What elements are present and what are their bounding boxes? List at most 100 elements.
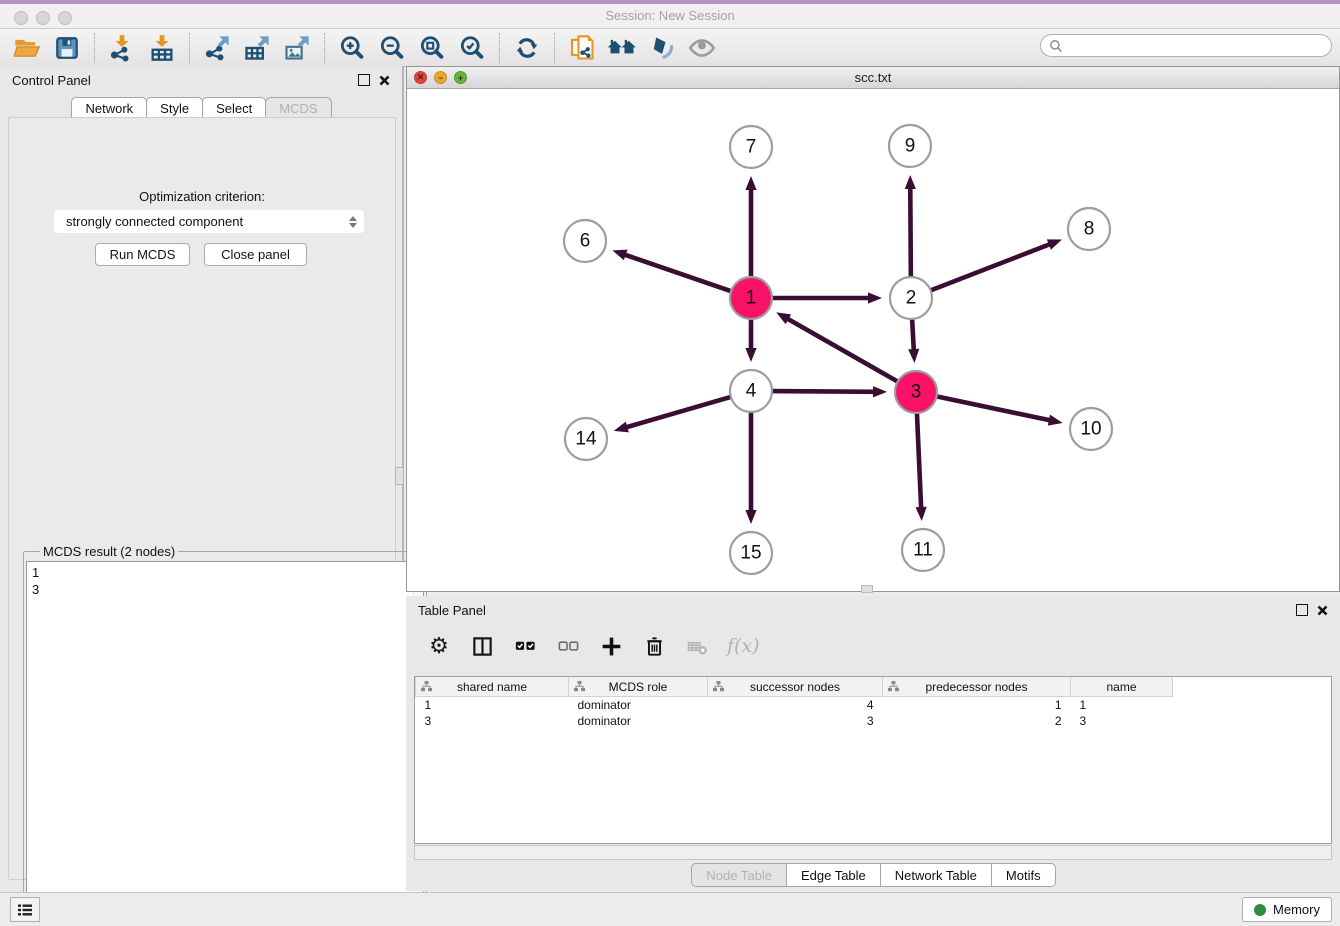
tab-mcds[interactable]: MCDS: [265, 97, 331, 119]
table-row[interactable]: 1dominator411: [416, 697, 1173, 714]
panel-splitter-handle[interactable]: [395, 467, 404, 485]
node-14[interactable]: 14: [565, 418, 607, 460]
edge-2-to-3[interactable]: [908, 316, 919, 363]
zoom-out-icon[interactable]: [376, 33, 408, 63]
node-label: 1: [746, 288, 757, 309]
zoom-in-icon[interactable]: [336, 33, 368, 63]
node-2[interactable]: 2: [890, 277, 932, 319]
node-7[interactable]: 7: [730, 126, 772, 168]
tab-edge-table[interactable]: Edge Table: [786, 863, 881, 887]
node-6[interactable]: 6: [564, 220, 606, 262]
toggle-graphics-details-icon[interactable]: [646, 33, 678, 63]
node-table[interactable]: shared nameMCDS rolesuccessor nodesprede…: [414, 676, 1332, 844]
select-all-checkboxes-icon[interactable]: [512, 633, 538, 659]
tab-style[interactable]: Style: [146, 97, 203, 119]
zoom-selected-icon[interactable]: [456, 33, 488, 63]
node-11[interactable]: 11: [902, 529, 944, 571]
column-header-predecessor-nodes[interactable]: predecessor nodes: [883, 677, 1071, 697]
node-10[interactable]: 10: [1070, 408, 1112, 450]
network-window-titlebar[interactable]: ✕ − + scc.txt: [407, 67, 1339, 89]
open-folder-icon[interactable]: [11, 33, 43, 63]
table-cell[interactable]: 3: [708, 713, 883, 729]
edge-1-to-6[interactable]: [612, 250, 734, 292]
import-network-icon[interactable]: [106, 33, 138, 63]
arrowhead-icon: [1048, 415, 1063, 426]
close-panel-button[interactable]: Close panel: [204, 243, 307, 266]
table-cell[interactable]: 1: [1071, 697, 1173, 714]
edge-2-to-8[interactable]: [928, 239, 1062, 291]
table-row[interactable]: 3dominator323: [416, 713, 1173, 729]
arrowhead-icon: [908, 349, 919, 363]
export-image-icon[interactable]: [281, 33, 313, 63]
search-field[interactable]: [1040, 34, 1332, 57]
refresh-icon[interactable]: [511, 33, 543, 63]
edge-3-to-1[interactable]: [776, 312, 900, 383]
node-label: 14: [575, 429, 597, 450]
node-label: 9: [905, 136, 916, 157]
edge-4-to-3[interactable]: [769, 386, 887, 397]
edge-2-to-9[interactable]: [905, 175, 916, 280]
network-splitter-handle[interactable]: [861, 585, 873, 593]
export-network-icon[interactable]: [201, 33, 233, 63]
title-bar: Session: New Session: [0, 0, 1340, 29]
node-label: 10: [1080, 419, 1101, 440]
node-9[interactable]: 9: [889, 125, 931, 167]
float-table-panel-icon[interactable]: [1296, 604, 1308, 616]
table-cell[interactable]: dominator: [569, 697, 708, 714]
sort-hierarchy-icon: [888, 681, 899, 692]
gear-icon[interactable]: ⚙: [426, 633, 452, 659]
split-columns-icon[interactable]: [469, 633, 495, 659]
close-panel-icon[interactable]: [379, 75, 390, 86]
duplicate-network-icon[interactable]: [566, 33, 598, 63]
houses-icon[interactable]: [606, 33, 638, 63]
edge-1-to-7[interactable]: [745, 176, 756, 280]
eye-icon[interactable]: [686, 33, 718, 63]
table-horizontal-scrollbar[interactable]: [414, 845, 1332, 860]
table-cell[interactable]: 3: [416, 713, 569, 729]
node-label: 3: [911, 382, 922, 403]
column-header-name[interactable]: name: [1071, 677, 1173, 697]
edge-1-to-2[interactable]: [769, 292, 882, 303]
float-panel-icon[interactable]: [358, 74, 370, 86]
tab-network-table[interactable]: Network Table: [880, 863, 992, 887]
edge-3-to-10[interactable]: [934, 396, 1063, 426]
node-8[interactable]: 8: [1068, 208, 1110, 250]
task-history-button[interactable]: [10, 897, 40, 922]
table-cell[interactable]: 3: [1071, 713, 1173, 729]
delete-column-icon[interactable]: [641, 633, 667, 659]
edge-1-to-4[interactable]: [745, 316, 756, 362]
table-cell[interactable]: 1: [416, 697, 569, 714]
node-3[interactable]: 3: [895, 371, 937, 413]
column-header-MCDS-role[interactable]: MCDS role: [569, 677, 708, 697]
save-session-icon[interactable]: [51, 33, 83, 63]
edge-4-to-14[interactable]: [614, 396, 734, 432]
close-table-panel-icon[interactable]: [1317, 605, 1328, 616]
import-table-icon[interactable]: [146, 33, 178, 63]
tab-node-table[interactable]: Node Table: [691, 863, 787, 887]
node-4[interactable]: 4: [730, 370, 772, 412]
search-input[interactable]: [1068, 38, 1331, 54]
table-cell[interactable]: dominator: [569, 713, 708, 729]
export-table-icon[interactable]: [241, 33, 273, 63]
node-1[interactable]: 1: [730, 277, 772, 319]
add-column-icon[interactable]: [598, 633, 624, 659]
network-canvas[interactable]: 1 2 3 4 6 7 8 9 10 11 14 15: [407, 89, 1339, 591]
run-mcds-button[interactable]: Run MCDS: [95, 243, 190, 266]
tab-select[interactable]: Select: [202, 97, 266, 119]
edge-4-to-15[interactable]: [745, 409, 756, 524]
table-cell[interactable]: 1: [883, 697, 1071, 714]
list-icon: [17, 902, 33, 918]
column-header-successor-nodes[interactable]: successor nodes: [708, 677, 883, 697]
column-header-shared-name[interactable]: shared name: [416, 677, 569, 697]
table-cell[interactable]: 4: [708, 697, 883, 714]
tab-network[interactable]: Network: [71, 97, 147, 119]
zoom-fit-icon[interactable]: [416, 33, 448, 63]
edge-3-to-11[interactable]: [916, 410, 927, 521]
memory-button[interactable]: Memory: [1242, 897, 1332, 922]
tab-motifs[interactable]: Motifs: [991, 863, 1056, 887]
mcds-result-text[interactable]: 1 3: [26, 561, 424, 926]
deselect-all-checkboxes-icon[interactable]: [555, 633, 581, 659]
node-15[interactable]: 15: [730, 532, 772, 574]
criterion-dropdown[interactable]: strongly connected component: [54, 210, 364, 233]
table-cell[interactable]: 2: [883, 713, 1071, 729]
